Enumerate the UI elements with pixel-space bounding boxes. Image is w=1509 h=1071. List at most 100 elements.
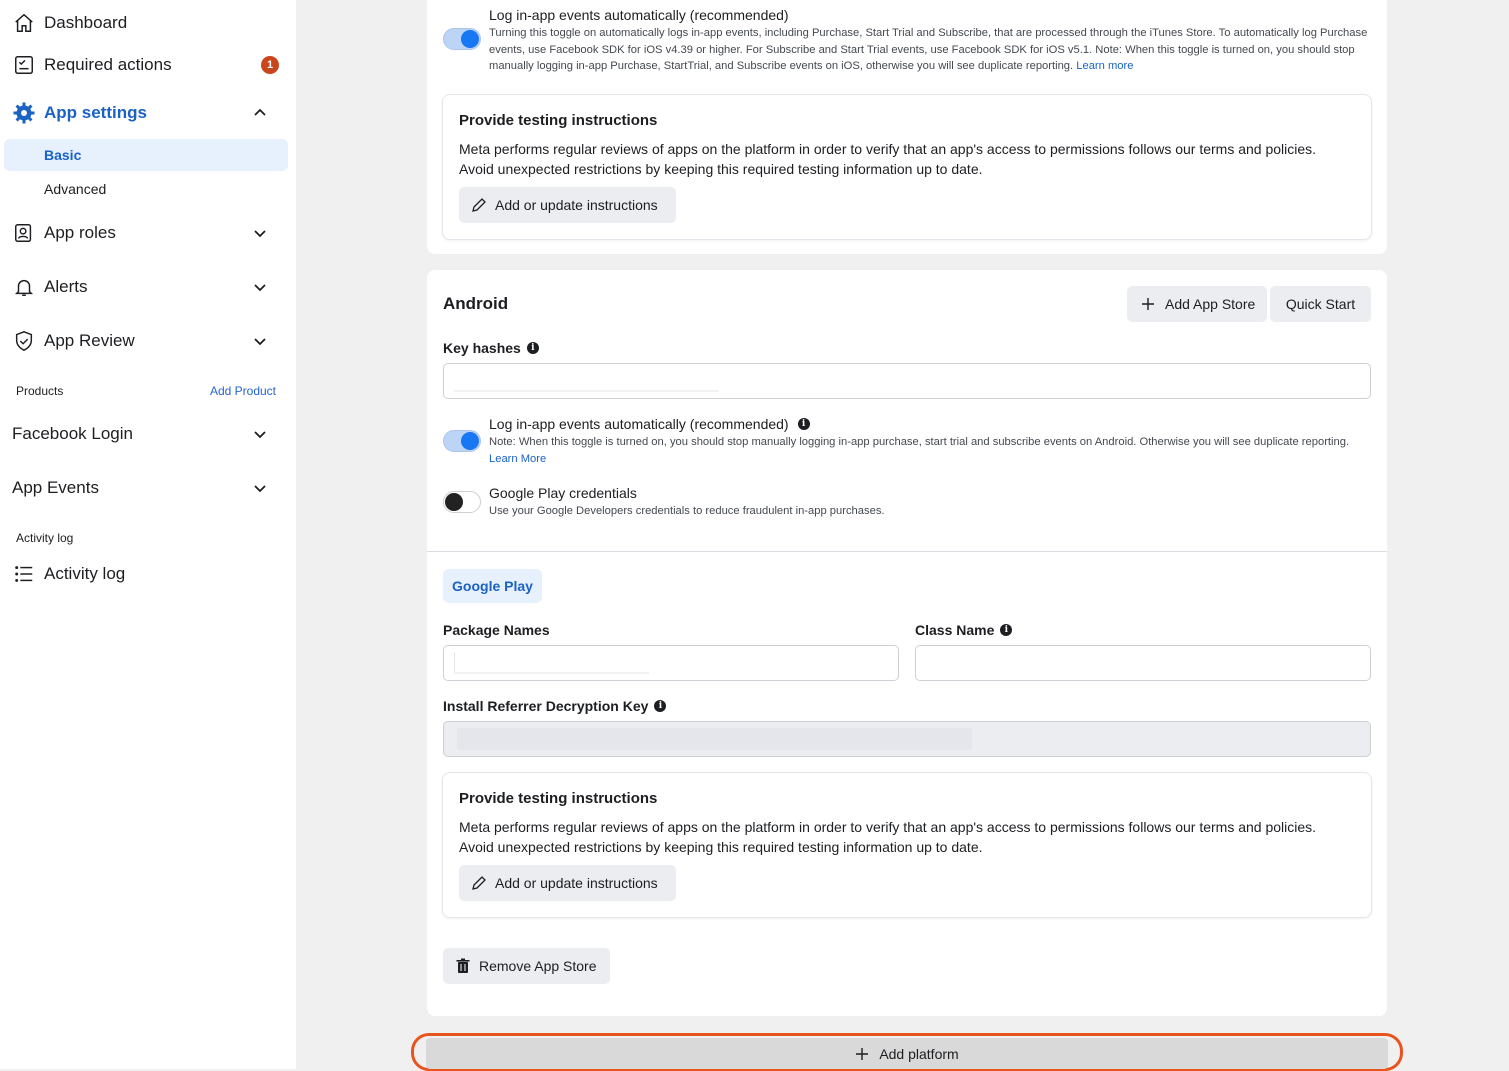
key-hashes-input[interactable] [443, 363, 1371, 399]
sidebar-item-alerts[interactable]: Alerts [0, 274, 296, 300]
chevron-down-icon[interactable] [252, 279, 268, 295]
info-icon[interactable]: i [654, 700, 667, 712]
package-names-label-text: Package Names [443, 622, 550, 638]
info-icon[interactable]: i [526, 342, 539, 354]
android-testing-title: Provide testing instructions [459, 790, 658, 807]
chevron-down-icon[interactable] [252, 426, 268, 442]
sidebar-item-app-roles[interactable]: App roles [0, 220, 296, 246]
key-hashes-label: Key hashes i [443, 340, 539, 356]
sidebar-subitem-label: Advanced [44, 181, 107, 197]
android-testing-instructions-card: Provide testing instructions Meta perfor… [442, 772, 1372, 918]
sidebar-item-app-settings[interactable]: App settings [0, 100, 296, 126]
referrer-key-label: Install Referrer Decryption Key i [443, 698, 667, 714]
android-log-events-title: Log in-app events automatically (recomme… [489, 416, 789, 432]
trash-icon [456, 958, 470, 973]
tab-google-play[interactable]: Google Play [443, 569, 542, 603]
chevron-down-icon[interactable] [252, 225, 268, 241]
info-icon[interactable]: i [1000, 624, 1013, 636]
shield-check-icon [12, 329, 36, 353]
add-platform-button[interactable]: Add platform [426, 1038, 1388, 1069]
quick-start-label: Quick Start [1285, 296, 1356, 312]
package-names-label: Package Names [443, 622, 550, 638]
add-platform-label: Add platform [879, 1045, 959, 1062]
android-log-events-toggle[interactable] [443, 430, 481, 452]
ios-learn-more-link[interactable]: Learn more [1076, 60, 1133, 72]
bell-icon [12, 275, 36, 299]
sidebar-item-dashboard[interactable]: Dashboard [0, 10, 296, 36]
notification-badge: 1 [261, 56, 279, 74]
ios-testing-desc-1: Meta performs regular reviews of apps on… [459, 141, 1317, 157]
info-icon[interactable]: i [797, 418, 810, 430]
class-name-input[interactable] [915, 645, 1371, 681]
plus-icon [856, 1047, 869, 1060]
quick-start-button[interactable]: Quick Start [1270, 286, 1371, 322]
sidebar-item-app-review[interactable]: App Review [0, 328, 296, 354]
add-app-store-button[interactable]: Add App Store [1127, 286, 1267, 322]
checklist-icon [12, 53, 36, 77]
android-add-instructions-label: Add or update instructions [495, 875, 658, 891]
chevron-down-icon[interactable] [252, 480, 268, 496]
android-log-events-desc-text: Note: When this toggle is turned on, you… [489, 436, 1350, 448]
sidebar-item-label: Activity log [44, 564, 126, 583]
sidebar-item-label: Dashboard [44, 13, 128, 32]
android-log-events-description: Note: When this toggle is turned on, you… [489, 434, 1369, 467]
remove-app-store-button[interactable]: Remove App Store [443, 948, 610, 984]
ios-log-events-desc-text: Turning this toggle on automatically log… [489, 27, 1368, 72]
sidebar-item-label: App settings [44, 103, 147, 122]
divider [427, 551, 1387, 552]
google-play-credentials-title: Google Play credentials [489, 485, 637, 501]
products-heading: Products [16, 384, 64, 398]
sidebar-item-activity-log[interactable]: Activity log [0, 561, 296, 587]
sidebar-subitem-label: Basic [44, 147, 82, 163]
chevron-up-icon[interactable] [252, 105, 268, 121]
sidebar-item-app-events[interactable]: App Events [0, 470, 296, 506]
android-platform-card: Android Add App Store Quick Start Key ha… [427, 270, 1387, 1016]
sidebar: Dashboard Required actions 1 App setting… [0, 0, 296, 1069]
chevron-down-icon[interactable] [252, 333, 268, 349]
user-badge-icon [12, 221, 36, 245]
android-testing-desc-2: Avoid unexpected restrictions by keeping… [459, 839, 983, 855]
ios-log-events-toggle[interactable] [443, 28, 481, 50]
sidebar-item-label: App Events [12, 478, 99, 497]
key-hashes-label-text: Key hashes [443, 340, 521, 356]
android-log-events-title-row: Log in-app events automatically (recomme… [489, 416, 810, 432]
sidebar-subitem-basic[interactable]: Basic [4, 139, 288, 171]
class-name-label: Class Name i [915, 622, 1013, 638]
referrer-key-label-text: Install Referrer Decryption Key [443, 698, 649, 714]
google-play-credentials-desc: Use your Google Developers credentials t… [489, 505, 885, 517]
ios-testing-desc-2: Avoid unexpected restrictions by keeping… [459, 161, 983, 177]
sidebar-item-label: App Review [44, 331, 135, 350]
android-add-instructions-button[interactable]: Add or update instructions [459, 865, 676, 901]
ios-log-events-description: Turning this toggle on automatically log… [489, 25, 1369, 75]
gear-icon [12, 101, 36, 125]
pencil-icon [472, 198, 486, 212]
android-learn-more-link[interactable]: Learn More [489, 453, 546, 465]
android-testing-desc-1: Meta performs regular reviews of apps on… [459, 819, 1317, 835]
referrer-key-input[interactable] [443, 721, 1371, 757]
sidebar-item-facebook-login[interactable]: Facebook Login [0, 416, 296, 452]
sidebar-item-label: App roles [44, 223, 116, 242]
android-title: Android [443, 294, 509, 313]
package-names-input[interactable] [443, 645, 899, 681]
remove-app-store-label: Remove App Store [479, 958, 597, 974]
sidebar-subitem-advanced[interactable]: Advanced [4, 173, 288, 205]
add-product-link[interactable]: Add Product [210, 384, 276, 398]
plus-icon [1142, 298, 1154, 310]
google-play-credentials-toggle[interactable] [443, 491, 481, 513]
home-icon [12, 11, 36, 35]
sidebar-item-label: Alerts [44, 277, 88, 296]
ios-add-instructions-button[interactable]: Add or update instructions [459, 187, 676, 223]
list-icon [12, 562, 36, 586]
ios-add-instructions-label: Add or update instructions [495, 197, 658, 213]
ios-platform-card: Log in-app events automatically (recomme… [427, 0, 1387, 254]
ios-testing-title: Provide testing instructions [459, 112, 658, 129]
ios-log-events-title: Log in-app events automatically (recomme… [489, 7, 789, 23]
sidebar-item-required-actions[interactable]: Required actions 1 [0, 52, 296, 78]
redacted-value [457, 728, 972, 750]
activity-heading: Activity log [16, 531, 74, 545]
class-name-label-text: Class Name [915, 622, 995, 638]
sidebar-item-label: Facebook Login [12, 424, 133, 443]
ios-testing-instructions-card: Provide testing instructions Meta perfor… [442, 94, 1372, 240]
sidebar-item-label: Required actions [44, 55, 172, 74]
pencil-icon [472, 876, 486, 890]
